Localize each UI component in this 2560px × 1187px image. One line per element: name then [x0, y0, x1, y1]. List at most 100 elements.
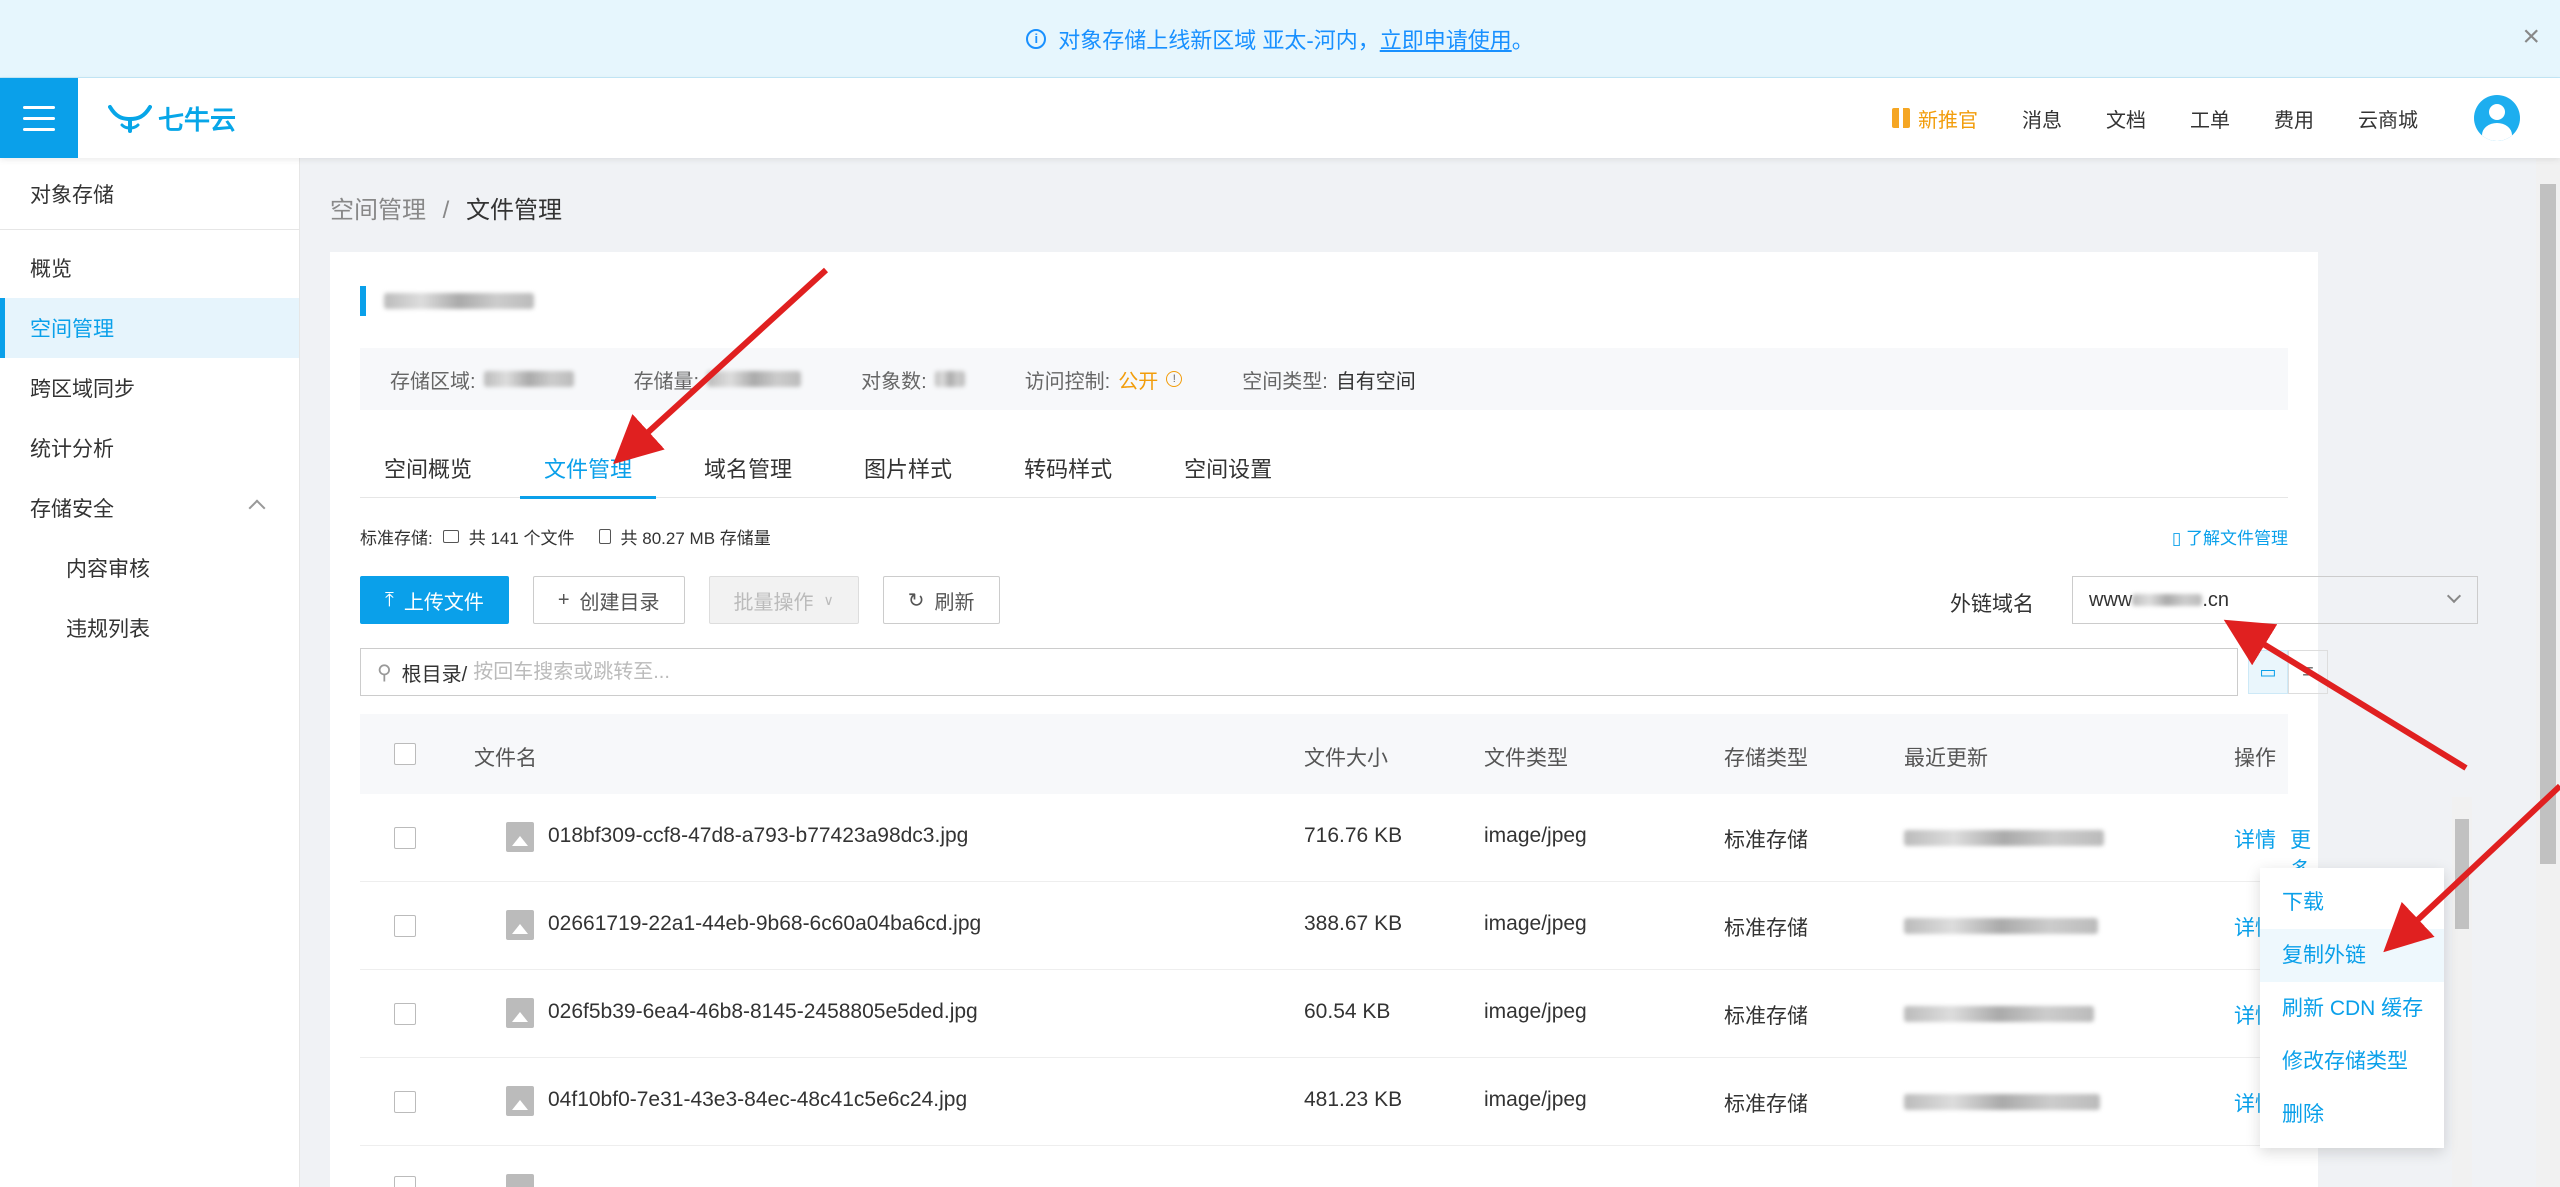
updated-time-blurred [1904, 830, 2104, 846]
storage-type: 标准存储 [1724, 829, 1808, 852]
detail-link[interactable]: 详情 [2234, 824, 2276, 854]
table-row: 018bf309-ccf8-47d8-a793-b77423a98dc3.jpg… [360, 794, 2312, 901]
stats-file-count: 共 141 个文件 [468, 529, 575, 548]
path-search-input[interactable] [473, 660, 1374, 684]
sidebar-item-buckets[interactable]: 空间管理 [0, 298, 299, 358]
nav-docs[interactable]: 文档 [2106, 104, 2146, 133]
row-checkbox[interactable] [394, 1176, 416, 1187]
select-all-checkbox[interactable] [394, 743, 416, 765]
close-icon[interactable]: × [2522, 22, 2540, 52]
th-file-size[interactable]: 文件大小 [1304, 742, 1388, 772]
objects-label: 对象数: [861, 370, 927, 393]
sidebar-item-overview[interactable]: 概览 [0, 238, 299, 298]
breadcrumb-parent[interactable]: 空间管理 [330, 197, 426, 224]
objects-value-blurred [934, 371, 965, 387]
access-label: 访问控制: [1024, 370, 1111, 393]
upload-file-button[interactable]: ⤒ 上传文件 [360, 576, 509, 624]
file-size: 60.54 KB [1304, 1000, 1391, 1023]
file-name[interactable]: 026f5b39-6ea4-46b8-8145-2458805e5ded.jpg [548, 1000, 978, 1024]
banner-text: 对象存储上线新区域 亚太-河内， [1058, 27, 1380, 53]
title-accent-bar [360, 286, 366, 316]
menu-download[interactable]: 下载 [2260, 876, 2444, 929]
bucket-name-blurred [384, 293, 534, 309]
menu-delete[interactable]: 删除 [2260, 1088, 2444, 1141]
page-scrollbar-thumb[interactable] [2540, 184, 2556, 864]
table-row: 02661719-22a1-44eb-9b68-6c60a04ba6cd.jpg… [360, 882, 2288, 970]
tab-overview[interactable]: 空间概览 [360, 442, 496, 498]
learn-file-management-link[interactable]: ▯ 了解文件管理 [2172, 524, 2288, 549]
logo[interactable]: 七牛云 [108, 100, 236, 137]
list-view-button[interactable]: ≡ [2288, 650, 2328, 694]
sidebar-item-storage-security[interactable]: 存储安全 [0, 478, 299, 538]
nav-marketplace[interactable]: 云商城 [2358, 104, 2418, 133]
tab-image-styles[interactable]: 图片样式 [840, 442, 976, 498]
storage-type: 标准存储 [1724, 1005, 1808, 1028]
create-directory-button[interactable]: + 创建目录 [532, 576, 685, 624]
plus-icon: + [557, 588, 570, 611]
sidebar-item-content-review[interactable]: 内容审核 [0, 538, 299, 598]
file-type: image/jpeg [1484, 912, 1587, 935]
banner-apply-link[interactable]: 立即申请使用 [1380, 23, 1512, 55]
table-scrollbar-thumb[interactable] [2455, 819, 2469, 929]
tab-bucket-settings[interactable]: 空间设置 [1160, 442, 1296, 498]
domain-blurred [2132, 594, 2203, 606]
hamburger-menu-button[interactable] [0, 78, 78, 158]
refresh-label: 刷新 [934, 591, 975, 614]
nav-messages[interactable]: 消息 [2022, 104, 2062, 133]
page-scrollbar[interactable] [2536, 158, 2560, 1187]
file-toolbar: ⤒ 上传文件 + 创建目录 批量操作 ∨ ↻ 刷新 [360, 576, 1000, 624]
row-checkbox[interactable] [394, 1091, 416, 1113]
tab-domains[interactable]: 域名管理 [680, 442, 816, 498]
row-checkbox[interactable] [394, 1003, 416, 1025]
nav-billing[interactable]: 费用 [2274, 104, 2314, 133]
menu-copy-external-link[interactable]: 复制外链 [2260, 929, 2444, 982]
batch-operations-button[interactable]: 批量操作 ∨ [708, 576, 859, 624]
stats-label: 标准存储: [360, 529, 433, 548]
table-header: 文件名 文件大小 文件类型 存储类型 最近更新 操作 [360, 714, 2288, 794]
chevron-down-icon: ∨ [823, 591, 834, 608]
batch-label: 批量操作 [733, 591, 814, 614]
tab-file-management[interactable]: 文件管理 [520, 442, 657, 499]
image-file-icon [506, 910, 534, 940]
th-actions: 操作 [2234, 747, 2276, 770]
file-name[interactable]: 018bf309-ccf8-47d8-a793-b77423a98dc3.jpg [548, 824, 968, 848]
bucket-type-label: 空间类型: [1242, 370, 1328, 393]
sidebar-item-cross-region-sync[interactable]: 跨区域同步 [0, 358, 299, 418]
info-circle-icon[interactable]: ! [1166, 371, 1183, 387]
th-last-updated[interactable]: 最近更新 [1904, 742, 1988, 772]
folder-view-button[interactable]: ▭ [2248, 650, 2288, 694]
sidebar-item-violations[interactable]: 违规列表 [0, 598, 299, 658]
breadcrumb-current: 文件管理 [466, 197, 563, 224]
th-storage-type[interactable]: 存储类型 [1724, 742, 1808, 772]
region-label: 存储区域: [390, 370, 476, 393]
nav-tickets[interactable]: 工单 [2190, 104, 2230, 133]
file-type: image/jpeg [1484, 1000, 1587, 1023]
domain-suffix: .cn [2202, 588, 2230, 611]
th-file-name[interactable]: 文件名 [474, 742, 537, 772]
menu-refresh-cdn-cache[interactable]: 刷新 CDN 缓存 [2260, 982, 2444, 1035]
avatar[interactable] [2474, 95, 2520, 141]
file-name[interactable]: 04f10bf0-7e31-43e3-84ec-48c41c5e6c24.jpg [548, 1088, 967, 1112]
breadcrumb: 空间管理 / 文件管理 [330, 190, 562, 225]
chevron-down-icon [2446, 588, 2462, 604]
file-name[interactable]: 02661719-22a1-44eb-9b68-6c60a04ba6cd.jpg [548, 912, 981, 936]
banner-suffix: 。 [1511, 27, 1534, 53]
logo-text: 七牛云 [158, 104, 237, 135]
domain-select[interactable]: www .cn [2072, 576, 2478, 624]
nav-promoter[interactable]: 新推官 [1892, 104, 1978, 133]
file-type: image/jpeg [1484, 1088, 1587, 1111]
sidebar-item-analytics[interactable]: 统计分析 [0, 418, 299, 478]
announcement-banner: i 对象存储上线新区域 亚太-河内， 立即申请使用 。 × [0, 0, 2560, 78]
file-type: image/jpeg [1484, 824, 1587, 847]
storage-stats: 标准存储: 共 141 个文件 共 80.27 MB 存储量 [360, 524, 771, 549]
bucket-info-bar: 存储区域: 存储量: 对象数: 访问控制: 公开! 空间类型: 自有空间 [360, 348, 2288, 410]
menu-change-storage-type[interactable]: 修改存储类型 [2260, 1035, 2444, 1088]
refresh-button[interactable]: ↻ 刷新 [882, 576, 1000, 624]
refresh-icon: ↻ [907, 589, 925, 612]
table-scrollbar[interactable] [2452, 797, 2472, 1187]
tab-transcode-styles[interactable]: 转码样式 [1000, 442, 1136, 498]
row-checkbox[interactable] [394, 915, 416, 937]
row-checkbox[interactable] [394, 827, 416, 849]
th-file-type[interactable]: 文件类型 [1484, 742, 1568, 772]
folder-icon: ▭ [2259, 661, 2277, 682]
